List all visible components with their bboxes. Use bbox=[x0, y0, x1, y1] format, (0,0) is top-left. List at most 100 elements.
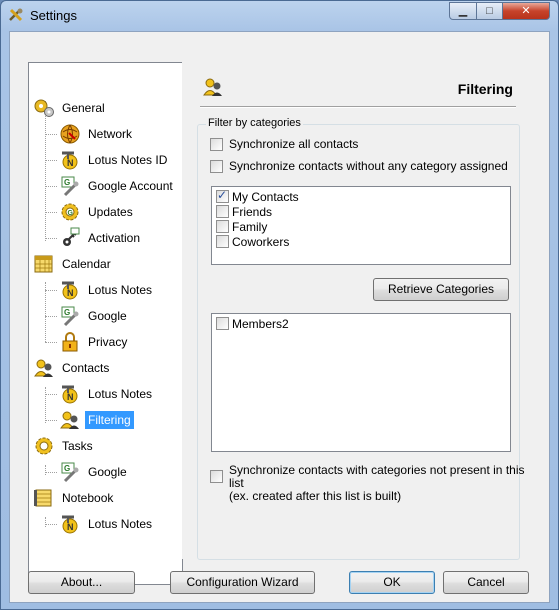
notebook-icon bbox=[33, 487, 55, 509]
page-title: Filtering bbox=[457, 81, 513, 97]
list-item[interactable]: Friends bbox=[212, 204, 510, 219]
globe-icon bbox=[59, 123, 81, 145]
svg-text:G: G bbox=[68, 210, 74, 217]
tree-item-contacts[interactable]: Contacts bbox=[33, 357, 112, 379]
gears-icon bbox=[33, 97, 55, 119]
settings-window: Settings ▁ □ ✕ General Network N Lotus N… bbox=[0, 0, 559, 610]
tree-item-label: Updates bbox=[88, 205, 133, 219]
maximize-button[interactable]: □ bbox=[476, 2, 503, 20]
tree-item-notebook-lotus-notes[interactable]: N Lotus Notes bbox=[59, 513, 155, 535]
tree-item-label: Filtering bbox=[85, 411, 134, 429]
settings-tree[interactable]: General Network N Lotus Notes ID G Googl… bbox=[28, 62, 183, 585]
svg-text:G: G bbox=[64, 464, 70, 473]
checkbox-box[interactable] bbox=[216, 220, 229, 233]
category-label: Members2 bbox=[232, 316, 289, 331]
retrieve-categories-button[interactable]: Retrieve Categories bbox=[373, 278, 509, 301]
lotus-notes-icon: N bbox=[59, 149, 81, 171]
svg-text:N: N bbox=[67, 522, 74, 532]
tree-item-label: Lotus Notes bbox=[88, 517, 153, 531]
title-bar[interactable]: Settings ▁ □ ✕ bbox=[1, 1, 558, 31]
list-item[interactable]: My Contacts bbox=[212, 188, 510, 204]
google-icon: G bbox=[59, 305, 81, 327]
tree-item-notebook[interactable]: Notebook bbox=[33, 487, 116, 509]
tree-item-privacy[interactable]: Privacy bbox=[59, 331, 130, 353]
tree-item-label: General bbox=[62, 101, 105, 115]
sync-no-category-checkbox[interactable]: Synchronize contacts without any categor… bbox=[210, 160, 508, 173]
cancel-button[interactable]: Cancel bbox=[443, 571, 529, 594]
list-item[interactable]: Family bbox=[212, 219, 510, 234]
tree-item-google-account[interactable]: G Google Account bbox=[59, 175, 176, 197]
tree-item-calendar-google[interactable]: G Google bbox=[59, 305, 130, 327]
checkbox-box[interactable] bbox=[216, 317, 229, 330]
tree-item-label: Calendar bbox=[62, 257, 111, 271]
configuration-wizard-button[interactable]: Configuration Wizard bbox=[170, 571, 315, 594]
tree-item-network[interactable]: Network bbox=[59, 123, 135, 145]
contacts-icon bbox=[202, 76, 224, 98]
tree-item-tasks-google[interactable]: G Google bbox=[59, 461, 130, 483]
checkbox-box[interactable] bbox=[216, 235, 229, 248]
tree-item-label: Privacy bbox=[88, 335, 128, 349]
lotus-notes-icon: N bbox=[59, 383, 81, 405]
groupbox-label: Filter by categories bbox=[206, 117, 303, 129]
list-item[interactable]: Coworkers bbox=[212, 234, 510, 249]
tree-item-label: Lotus Notes bbox=[88, 283, 153, 297]
tree-item-label: Google Account bbox=[88, 179, 173, 193]
sync-not-present-label-line1: Synchronize contacts with categories not… bbox=[229, 463, 525, 490]
tree-item-label: Network bbox=[88, 127, 133, 141]
sync-no-category-label: Synchronize contacts without any categor… bbox=[229, 159, 508, 173]
google-icon: G bbox=[59, 461, 81, 483]
app-icon bbox=[8, 7, 24, 23]
tree-item-general[interactable]: General bbox=[33, 97, 108, 119]
list-item[interactable]: Members2 bbox=[212, 316, 510, 331]
categories-list[interactable]: My Contacts Friends Family Coworkers bbox=[211, 186, 511, 265]
svg-text:G: G bbox=[64, 178, 70, 187]
checkbox-box[interactable] bbox=[210, 470, 223, 483]
tree-item-label: Google bbox=[88, 309, 127, 323]
category-label: Friends bbox=[232, 204, 273, 219]
svg-text:N: N bbox=[67, 392, 74, 402]
minimize-button[interactable]: ▁ bbox=[449, 2, 477, 20]
category-label: Coworkers bbox=[232, 234, 290, 249]
tree-item-label: Notebook bbox=[62, 491, 114, 505]
svg-text:N: N bbox=[67, 288, 74, 298]
tree-item-activation[interactable]: Activation bbox=[59, 227, 143, 249]
tasks-gear-icon bbox=[33, 435, 55, 457]
tree-item-updates[interactable]: G Updates bbox=[59, 201, 136, 223]
close-button[interactable]: ✕ bbox=[502, 2, 550, 20]
tree-item-calendar-lotus-notes[interactable]: N Lotus Notes bbox=[59, 279, 155, 301]
google-icon: G bbox=[59, 175, 81, 197]
checkbox-box[interactable] bbox=[210, 138, 223, 151]
header-divider bbox=[200, 106, 516, 108]
svg-text:N: N bbox=[67, 158, 74, 168]
checkbox-box[interactable] bbox=[216, 188, 229, 203]
tree-item-tasks[interactable]: Tasks bbox=[33, 435, 96, 457]
window-title: Settings bbox=[30, 8, 77, 23]
checkbox-box[interactable] bbox=[216, 205, 229, 218]
checkbox-box[interactable] bbox=[210, 160, 223, 173]
tree-item-lotus-notes-id[interactable]: N Lotus Notes ID bbox=[59, 149, 170, 171]
contacts-icon bbox=[59, 409, 81, 431]
filtering-panel: Filtering Filter by categories Synchroni… bbox=[182, 58, 532, 560]
tree-item-label: Tasks bbox=[62, 439, 93, 453]
svg-text:G: G bbox=[64, 308, 70, 317]
tree-item-calendar[interactable]: Calendar bbox=[33, 253, 114, 275]
tree-item-label: Lotus Notes bbox=[88, 387, 153, 401]
category-label: My Contacts bbox=[232, 189, 299, 204]
server-categories-list[interactable]: Members2 bbox=[211, 313, 511, 452]
tree-item-label: Activation bbox=[88, 231, 141, 245]
contacts-icon bbox=[33, 357, 55, 379]
lotus-notes-icon: N bbox=[59, 513, 81, 535]
sync-all-checkbox[interactable]: Synchronize all contacts bbox=[210, 138, 358, 151]
calendar-icon bbox=[33, 253, 55, 275]
sync-not-present-checkbox[interactable]: Synchronize contacts with categories not… bbox=[210, 464, 532, 503]
tree-item-contacts-lotus-notes[interactable]: N Lotus Notes bbox=[59, 383, 155, 405]
ok-button[interactable]: OK bbox=[349, 571, 435, 594]
lock-icon bbox=[59, 331, 81, 353]
sync-not-present-label-line2: (ex. created after this list is built) bbox=[229, 489, 402, 503]
lotus-notes-icon: N bbox=[59, 279, 81, 301]
update-gear-icon: G bbox=[59, 201, 81, 223]
sync-all-label: Synchronize all contacts bbox=[229, 137, 359, 151]
tree-item-filtering[interactable]: Filtering bbox=[59, 409, 134, 431]
about-button[interactable]: About... bbox=[28, 571, 135, 594]
tree-item-label: Lotus Notes ID bbox=[88, 153, 168, 167]
